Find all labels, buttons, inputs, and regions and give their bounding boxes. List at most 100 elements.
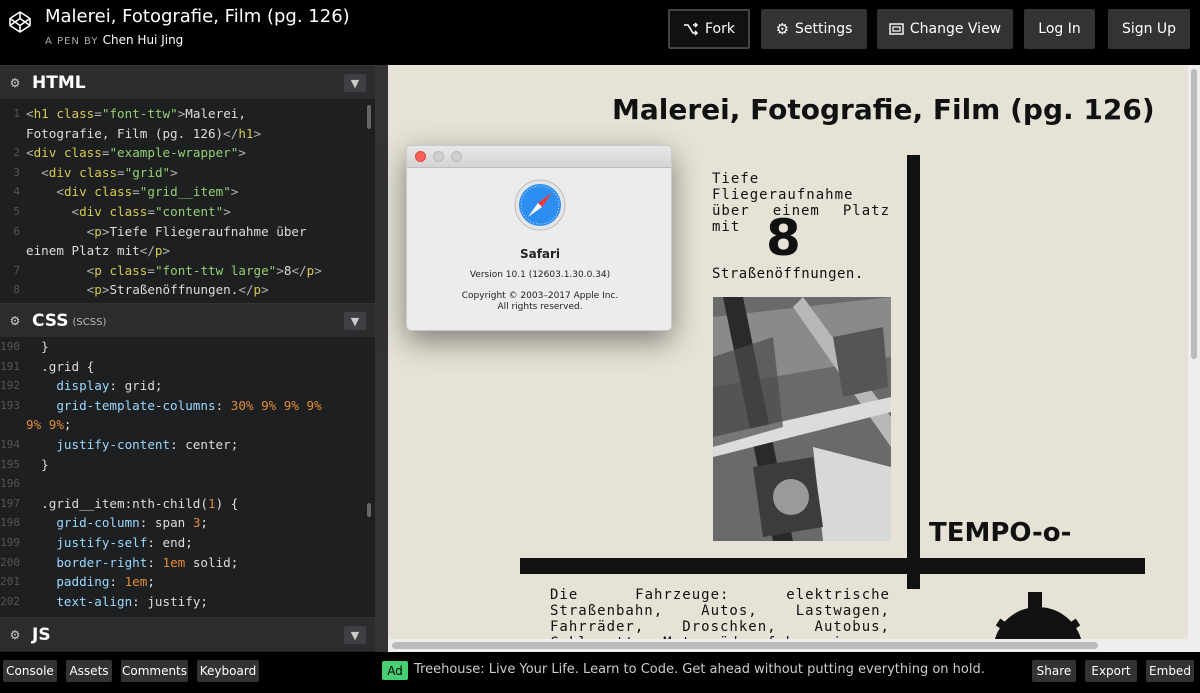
preview-paragraph-1: Tiefe Fliegeraufnahme über einem Platz m… (712, 171, 890, 235)
keyboard-button[interactable]: Keyboard (197, 660, 259, 682)
html-code-line[interactable]: 1 <h1 class="font-ttw">Malerei, (0, 104, 372, 124)
horizontal-rule (520, 558, 1145, 574)
code-text: einem Platz mit</p> (26, 243, 171, 259)
login-button[interactable]: Log In (1024, 9, 1095, 49)
preview-heading: Malerei, Fotografie, Film (pg. 126) (612, 93, 1155, 126)
codepen-logo-icon[interactable] (8, 10, 32, 34)
html-code-line[interactable]: 3 <div class="grid"> (0, 163, 372, 183)
html-code-line[interactable]: 7 <p class="font-ttw large">8</p> (0, 261, 372, 281)
line-number: 2 (13, 146, 20, 160)
signup-button[interactable]: Sign Up (1108, 9, 1190, 49)
html-editor-header[interactable]: ⚙ HTML ▼ (0, 65, 375, 99)
author-link[interactable]: Chen Hui Jing (103, 33, 184, 47)
chevron-down-icon[interactable]: ▼ (344, 626, 366, 644)
pen-author-line: A PEN BY Chen Hui Jing (45, 33, 183, 47)
html-code-line[interactable]: 8 <p>Straßenöffnungen.</p> (0, 280, 372, 299)
html-code-line[interactable]: 4 <div class="grid__item"> (0, 182, 372, 202)
preview-horizontal-scrollbar[interactable] (388, 639, 1200, 652)
line-number: 191 (0, 359, 20, 373)
comments-button[interactable]: Comments (121, 660, 188, 682)
html-code-line[interactable]: 6 <p>Tiefe Fliegeraufnahme über (0, 222, 372, 242)
css-code-line[interactable]: 197 .grid__item:nth-child(1) { (0, 494, 372, 514)
layout-icon (889, 23, 904, 35)
code-text: .grid__item:nth-child(1) { (26, 495, 239, 511)
html-code-line[interactable]: 2 <div class="example-wrapper"> (0, 143, 372, 163)
gear-icon[interactable]: ⚙ (8, 314, 22, 328)
chevron-down-icon[interactable]: ▼ (344, 312, 366, 330)
css-code-line[interactable]: 202 text-align: justify; (0, 592, 372, 612)
code-text: <p>Tiefe Fliegeraufnahme über (86, 223, 307, 239)
export-button[interactable]: Export (1085, 660, 1137, 682)
pen-title[interactable]: Malerei, Fotografie, Film (pg. 126) (45, 6, 350, 27)
code-text: text-align: justify; (26, 593, 208, 609)
dialog-titlebar[interactable] (407, 146, 671, 168)
console-button[interactable]: Console (3, 660, 57, 682)
code-text: grid-column: span 3; (26, 515, 208, 531)
close-window-button[interactable] (415, 151, 426, 162)
css-editor-header[interactable]: ⚙ CSS (SCSS) ▼ (0, 303, 375, 337)
fork-label: Fork (705, 21, 735, 37)
html-code-line[interactable]: 0Fotografie, Film (pg. 126)</h1> (0, 124, 372, 144)
css-code-line[interactable]: 190 } (0, 337, 372, 357)
html-code-line[interactable]: 0einem Platz mit</p> (0, 241, 372, 261)
css-code-line[interactable]: 200 border-right: 1em solid; (0, 553, 372, 573)
html-code-line[interactable]: 5 <div class="content"> (0, 202, 372, 222)
line-number: 200 (0, 555, 20, 569)
css-code-line[interactable]: 192 display: grid; (0, 376, 372, 396)
gear-icon[interactable]: ⚙ (8, 76, 22, 90)
change-view-button[interactable]: Change View (877, 9, 1013, 49)
rights-line: All rights reserved. (497, 302, 583, 312)
code-text: <div class="grid__item"> (56, 184, 239, 200)
css-code-line[interactable]: 195 } (0, 455, 372, 475)
line-number: 199 (0, 535, 20, 549)
vertical-rule (907, 155, 920, 589)
minimize-window-button[interactable] (433, 151, 444, 162)
css-scrollbar[interactable] (367, 503, 371, 517)
chevron-down-icon[interactable]: ▼ (344, 74, 366, 92)
settings-button[interactable]: ⚙ Settings (761, 9, 867, 49)
code-text: } (26, 339, 49, 354)
css-code-line[interactable]: 199 justify-self: end; (0, 533, 372, 553)
resize-divider[interactable] (375, 65, 388, 652)
css-code-line[interactable]: 201 padding: 1em; (0, 572, 372, 592)
code-text: padding: 1em; (26, 574, 155, 590)
css-code-editor[interactable]: 190 } 191 .grid {192 display: grid; 193 gr… (0, 337, 372, 615)
css-editor-label: CSS (32, 310, 69, 331)
by-label: A PEN BY (45, 36, 99, 47)
line-number: 194 (0, 437, 20, 451)
gear-icon[interactable]: ⚙ (8, 628, 22, 642)
html-code-editor[interactable]: 1 <h1 class="font-ttw">Malerei, 0Fotografi… (0, 100, 372, 299)
html-scrollbar[interactable] (367, 105, 371, 129)
html-editor-label: HTML (32, 72, 86, 93)
line-number: 192 (0, 379, 20, 393)
fork-icon (684, 22, 699, 36)
assets-button[interactable]: Assets (66, 660, 112, 682)
css-code-line[interactable]: 09% 9%; (0, 415, 372, 435)
css-code-line[interactable]: 191 .grid { (0, 357, 372, 377)
embed-button[interactable]: Embed (1146, 660, 1194, 682)
css-code-line[interactable]: 196 (0, 474, 372, 494)
code-text: border-right: 1em solid; (26, 554, 239, 570)
css-preprocessor-label: (SCSS) (72, 317, 107, 328)
css-code-line[interactable]: 194 justify-content: center; (0, 435, 372, 455)
ad-link[interactable]: Treehouse: Live Your Life. Learn to Code… (414, 662, 985, 677)
fork-button[interactable]: Fork (668, 9, 750, 49)
css-code-line[interactable]: 198 grid-column: span 3; (0, 513, 372, 533)
line-number: 193 (0, 398, 20, 412)
preview-large-number: 8 (766, 209, 801, 267)
copyright-line: Copyright © 2003–2017 Apple Inc. (461, 291, 619, 301)
js-editor-header[interactable]: ⚙ JS ▼ (0, 617, 375, 651)
editor-column: ⚙ HTML ▼ 1 <h1 class="font-ttw">Malerei, 0… (0, 65, 375, 652)
dialog-app-name: Safari (519, 247, 561, 261)
preview-vertical-scrollbar[interactable] (1188, 65, 1200, 639)
line-number: 190 (0, 340, 20, 353)
zoom-window-button[interactable] (451, 151, 462, 162)
code-text: Fotografie, Film (pg. 126)</h1> (26, 125, 262, 141)
line-number: 1 (13, 107, 20, 120)
code-text: <div class="content"> (71, 203, 231, 219)
safari-about-dialog: Safari Version 10.1 (12603.1.30.0.34) Co… (406, 145, 672, 331)
codepen-app: Malerei, Fotografie, Film (pg. 126) A PE… (0, 0, 1200, 693)
css-code-line[interactable]: 193 grid-template-columns: 30% 9% 9% 9% (0, 396, 372, 416)
share-button[interactable]: Share (1032, 660, 1076, 682)
